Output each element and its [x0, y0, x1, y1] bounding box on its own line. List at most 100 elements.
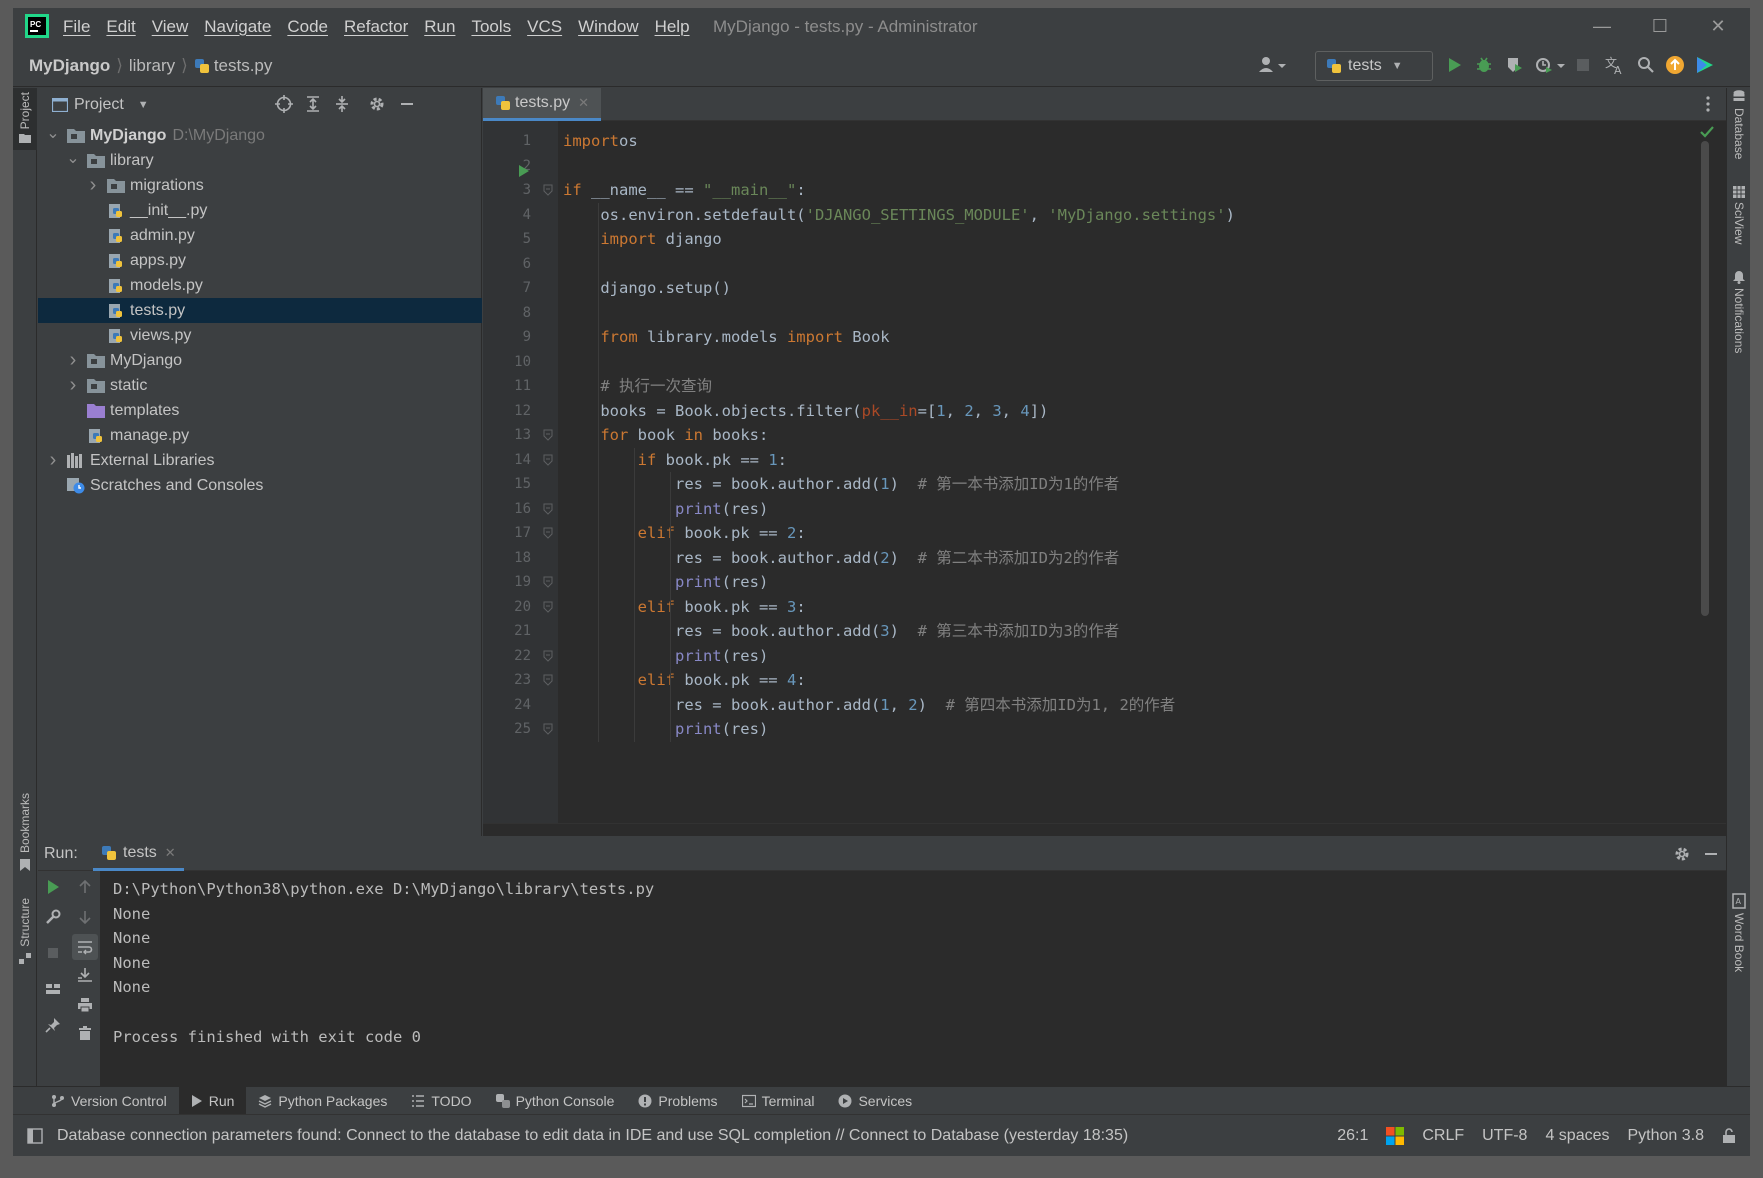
arrow-down-icon[interactable]: [77, 909, 93, 925]
fold-marker-icon[interactable]: [543, 723, 553, 735]
menu-refactor[interactable]: Refactor: [344, 17, 408, 37]
collapse-all-icon[interactable]: [333, 95, 351, 113]
debug-icon[interactable]: [1475, 56, 1493, 74]
chevron-right-icon[interactable]: ›: [66, 349, 80, 372]
menu-run[interactable]: Run: [424, 17, 455, 37]
fold-marker-icon[interactable]: [543, 601, 553, 613]
wrench-icon[interactable]: [45, 909, 61, 925]
tree-item[interactable]: __init__.py: [38, 198, 482, 223]
profile-icon[interactable]: [1535, 56, 1567, 74]
update-icon[interactable]: [1665, 55, 1685, 75]
menu-vcs[interactable]: VCS: [527, 17, 562, 37]
run-configuration-select[interactable]: tests ▼: [1315, 51, 1433, 81]
status-message[interactable]: Database connection parameters found: Co…: [57, 1115, 1128, 1156]
menu-view[interactable]: View: [152, 17, 189, 37]
menu-file[interactable]: File: [63, 17, 90, 37]
menu-window[interactable]: Window: [578, 17, 638, 37]
tree-item[interactable]: › MyDjango: [38, 348, 482, 373]
tree-item[interactable]: Scratches and Consoles: [38, 473, 482, 498]
tree-item[interactable]: ⌄ library: [38, 148, 482, 173]
editor-horizontal-scrollbar[interactable]: [483, 823, 1726, 836]
close-tab-icon[interactable]: ✕: [578, 95, 589, 111]
windows-logo-icon[interactable]: [1386, 1127, 1405, 1145]
locate-file-icon[interactable]: [275, 95, 293, 113]
tool-tab-version-control[interactable]: Version Control: [39, 1087, 179, 1115]
trash-icon[interactable]: [77, 1025, 93, 1041]
run-gutter-icon[interactable]: [518, 164, 530, 178]
line-separator[interactable]: CRLF: [1422, 1127, 1464, 1145]
caret-position[interactable]: 26:1: [1337, 1127, 1368, 1145]
tree-item[interactable]: › static: [38, 373, 482, 398]
breadcrumb-folder[interactable]: library: [129, 56, 175, 76]
python-interpreter[interactable]: Python 3.8: [1628, 1127, 1705, 1145]
tool-tab-problems[interactable]: Problems: [626, 1087, 729, 1115]
breadcrumb-file[interactable]: tests.py: [214, 56, 273, 76]
maximize-button[interactable]: ☐: [1631, 8, 1689, 45]
close-tab-icon[interactable]: ✕: [165, 845, 176, 861]
chevron-down-icon[interactable]: ⌄: [46, 123, 60, 143]
tree-item[interactable]: tests.py: [38, 298, 482, 323]
sciview-tool-button[interactable]: SciView: [1727, 186, 1750, 244]
tool-tab-services[interactable]: Services: [826, 1087, 924, 1115]
print-icon[interactable]: [77, 997, 93, 1013]
wordbook-tool-button[interactable]: A Word Book: [1727, 893, 1750, 972]
gear-icon[interactable]: [368, 95, 386, 113]
fold-marker-icon[interactable]: [543, 184, 553, 196]
rerun-icon[interactable]: [45, 879, 61, 895]
expand-all-icon[interactable]: [304, 95, 322, 113]
gear-icon[interactable]: [1673, 845, 1691, 863]
chevron-right-icon[interactable]: ›: [66, 374, 80, 397]
editor-vertical-scrollbar[interactable]: [1701, 141, 1709, 616]
tool-tab-todo[interactable]: TODO: [399, 1087, 483, 1115]
fold-marker-icon[interactable]: [543, 429, 553, 441]
tool-tab-python-console[interactable]: Python Console: [484, 1087, 627, 1115]
notifications-tool-button[interactable]: Notifications: [1727, 270, 1750, 353]
layout-icon[interactable]: [45, 981, 61, 997]
project-tool-button[interactable]: Project: [13, 88, 37, 150]
editor-tab-tests-py[interactable]: tests.py ✕: [483, 88, 602, 121]
menu-help[interactable]: Help: [655, 17, 690, 37]
chevron-right-icon[interactable]: ›: [86, 174, 100, 197]
run-tab-tests[interactable]: tests ✕: [93, 837, 184, 871]
account-icon[interactable]: [1258, 56, 1288, 74]
file-encoding[interactable]: UTF-8: [1482, 1127, 1527, 1145]
toggle-tool-windows-icon[interactable]: [27, 1128, 43, 1144]
stop-icon[interactable]: [45, 945, 61, 961]
menu-code[interactable]: Code: [287, 17, 328, 37]
minimize-button[interactable]: —: [1573, 8, 1631, 45]
tool-tab-run[interactable]: Run: [178, 1086, 247, 1115]
database-tool-button[interactable]: Database: [1727, 90, 1750, 159]
chevron-right-icon[interactable]: ›: [46, 449, 60, 472]
run-icon[interactable]: [1445, 56, 1463, 74]
scroll-to-end-icon[interactable]: [77, 967, 93, 983]
tree-item[interactable]: › migrations: [38, 173, 482, 198]
fold-marker-icon[interactable]: [543, 454, 553, 466]
close-button[interactable]: ✕: [1689, 8, 1747, 45]
fold-marker-icon[interactable]: [543, 674, 553, 686]
tree-item[interactable]: models.py: [38, 273, 482, 298]
indent-setting[interactable]: 4 spaces: [1545, 1127, 1609, 1145]
project-view-select[interactable]: Project ▼: [52, 88, 149, 121]
stop-icon[interactable]: [1574, 56, 1592, 74]
arrow-up-icon[interactable]: [77, 879, 93, 895]
tool-tab-terminal[interactable]: Terminal: [730, 1087, 827, 1115]
hide-panel-icon[interactable]: [398, 95, 416, 113]
fold-marker-icon[interactable]: [543, 650, 553, 662]
pin-icon[interactable]: [45, 1017, 61, 1033]
tree-item[interactable]: admin.py: [38, 223, 482, 248]
more-options-icon[interactable]: [1705, 95, 1711, 113]
chevron-down-icon[interactable]: ⌄: [66, 148, 80, 168]
bookmarks-tool-button[interactable]: Bookmarks: [13, 793, 37, 872]
tree-item[interactable]: apps.py: [38, 248, 482, 273]
menu-edit[interactable]: Edit: [106, 17, 135, 37]
structure-tool-button[interactable]: Structure: [13, 898, 37, 965]
code-area[interactable]: importos if __name__ == "__main__": os.en…: [563, 121, 1683, 823]
menu-tools[interactable]: Tools: [471, 17, 511, 37]
menu-navigate[interactable]: Navigate: [204, 17, 271, 37]
tree-item[interactable]: › External Libraries: [38, 448, 482, 473]
tree-item[interactable]: views.py: [38, 323, 482, 348]
coverage-icon[interactable]: [1505, 56, 1523, 74]
jetbrains-ai-icon[interactable]: [1695, 55, 1715, 75]
tool-tab-python-packages[interactable]: Python Packages: [246, 1087, 399, 1115]
breadcrumb-project[interactable]: MyDjango: [29, 56, 110, 76]
